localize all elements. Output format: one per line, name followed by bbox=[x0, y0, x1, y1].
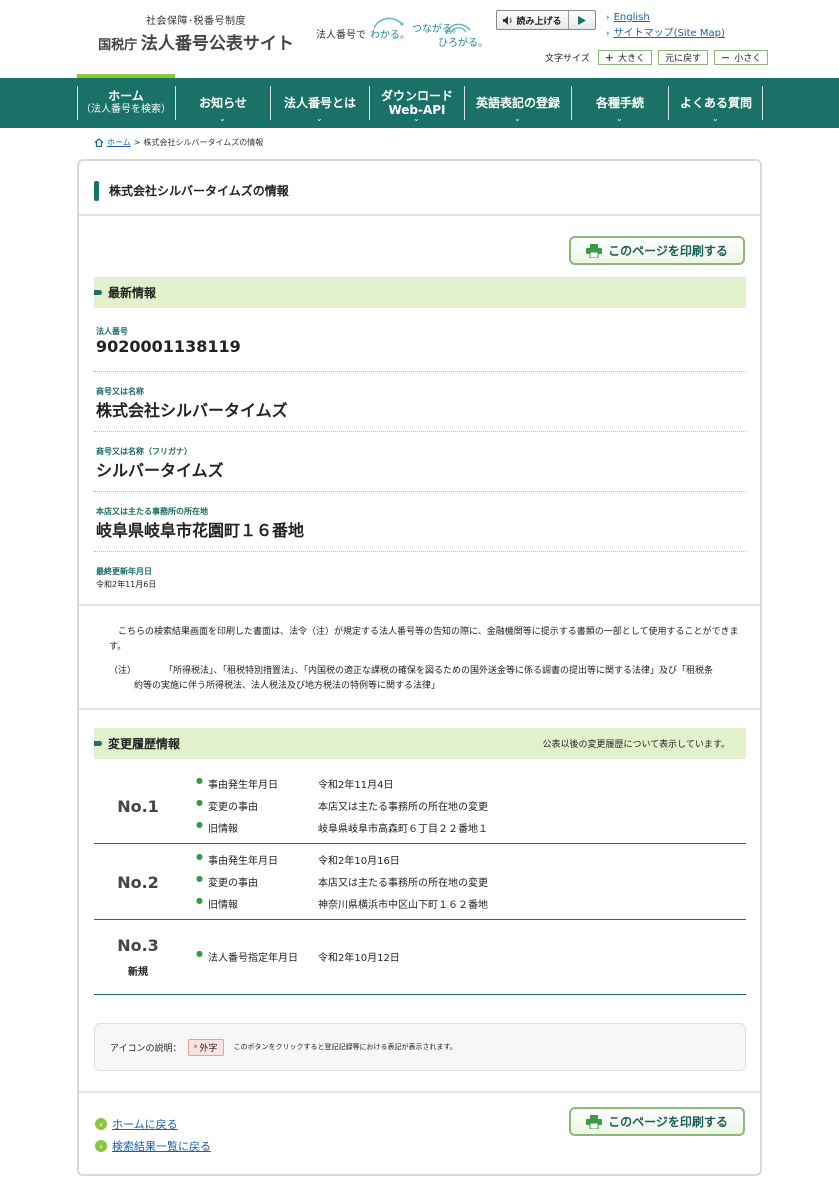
corp-number-field: 法人番号 9020001138119 bbox=[94, 326, 746, 372]
tagline-word-1: わかる。 bbox=[370, 30, 410, 41]
global-nav: ホーム （法人番号を検索） お知らせ ⌄ 法人番号とは ⌄ ダウンロード Web… bbox=[0, 78, 839, 128]
history-header: 変更履歴情報 公表以後の変更履歴について表示しています。 bbox=[94, 728, 746, 759]
plus-icon: + bbox=[604, 51, 614, 64]
read-aloud-label: 読み上げる bbox=[516, 16, 562, 27]
nav-english-registration[interactable]: 英語表記の登録 ⌄ bbox=[465, 78, 571, 128]
site-logo[interactable]: 社会保障･税番号制度 国税庁 法人番号公表サイト bbox=[90, 12, 302, 54]
print-button-bottom[interactable]: このページを印刷する bbox=[569, 1107, 745, 1136]
history-row: No.3 新規 ● 法人番号指定年月日 令和2年10月12日 bbox=[94, 920, 746, 995]
english-link[interactable]: English bbox=[614, 12, 650, 23]
tagline-word-2: つながる。 bbox=[412, 24, 462, 35]
font-size-reset-button[interactable]: 元に戻す bbox=[657, 50, 708, 65]
logo-title: 法人番号公表サイト bbox=[140, 34, 294, 54]
header-links: › English › サイトマップ(Site Map) bbox=[606, 10, 725, 42]
updated-label: 最終更新年月日 bbox=[96, 567, 152, 576]
page-title: 株式会社シルバータイムズの情報 bbox=[109, 184, 289, 198]
read-aloud-button[interactable]: 読み上げる bbox=[496, 10, 596, 30]
nav-news[interactable]: お知らせ ⌄ bbox=[176, 78, 270, 128]
breadcrumb-current: 株式会社シルバータイムズの情報 bbox=[143, 138, 264, 147]
chevron-left-icon: ‹ bbox=[95, 1118, 107, 1130]
site-header: 社会保障･税番号制度 国税庁 法人番号公表サイト 法人番号で わかる。 つながる… bbox=[0, 0, 839, 76]
notice-text: こちらの検索結果画面を印刷した書面は、法令（注）が規定する法人番号等の告知の際に… bbox=[109, 627, 739, 652]
font-size-label: 文字サイズ bbox=[545, 54, 590, 64]
sitemap-link[interactable]: サイトマップ(Site Map) bbox=[614, 28, 725, 39]
corp-kana-value: シルバータイムズ bbox=[96, 461, 224, 480]
corp-number-value: 9020001138119 bbox=[96, 337, 241, 356]
font-size-small-button[interactable]: − 小さく bbox=[713, 50, 769, 65]
updated-value: 令和2年11月6日 bbox=[96, 580, 157, 589]
chevron-right-icon: › bbox=[606, 13, 610, 23]
logo-subtitle: 社会保障･税番号制度 bbox=[146, 16, 246, 27]
history-row: No.2 ● 事由発生年月日 令和2年10月16日 ● 変更の事由 本店又は主たる事務所… bbox=[94, 844, 746, 920]
minus-icon: − bbox=[720, 51, 731, 64]
home-icon bbox=[94, 138, 104, 147]
chevron-down-icon: ⌄ bbox=[616, 114, 623, 123]
chevron-down-icon: ⌄ bbox=[316, 114, 323, 123]
icon-legend: アイコンの説明： › 外字 このボタンをクリックすると登記記録等における表記が表示… bbox=[94, 1023, 746, 1071]
font-size-large-button[interactable]: + 大きく bbox=[597, 50, 652, 65]
nav-home[interactable]: ホーム （法人番号を検索） bbox=[77, 78, 175, 128]
play-icon[interactable] bbox=[569, 11, 595, 29]
corp-name-value: 株式会社シルバータイムズ bbox=[96, 401, 288, 420]
nav-faq[interactable]: よくある質問 ⌄ bbox=[669, 78, 763, 128]
gaiji-icon: › 外字 bbox=[187, 1038, 224, 1056]
latest-info-header: 最新情報 bbox=[94, 277, 746, 308]
main-panel: 株式会社シルバータイムズの情報 このページを印刷する 最新情報 法人番号 902… bbox=[77, 159, 762, 1176]
chevron-down-icon: ⌄ bbox=[514, 114, 521, 123]
print-button[interactable]: このページを印刷する bbox=[569, 236, 745, 265]
tagline-lead: 法人番号で bbox=[316, 30, 366, 41]
tagline-word-3: ひろがる。 bbox=[438, 38, 488, 49]
chevron-right-icon: › bbox=[606, 29, 610, 39]
breadcrumb-home-link[interactable]: ホーム bbox=[107, 137, 131, 148]
corp-address-value: 岐阜県岐阜市花園町１６番地 bbox=[96, 521, 305, 540]
chevron-down-icon: ⌄ bbox=[413, 114, 420, 123]
notice-footnote: （注） 「所得税法」、「租税特別措置法」、「内国税の適正な課税の確保を図るための… bbox=[109, 666, 714, 691]
nav-download[interactable]: ダウンロード Web-API ⌄ bbox=[370, 78, 464, 128]
tagline: 法人番号で わかる。 つながる。 ひろがる。 bbox=[316, 16, 488, 50]
back-results-link[interactable]: ‹ 検索結果一覧に戻る bbox=[95, 1138, 211, 1154]
corp-address-field: 本店又は主たる事務所の所在地 岐阜県岐阜市花園町１６番地 bbox=[94, 506, 746, 552]
corp-kana-field: 商号又は名称（フリガナ） シルバータイムズ bbox=[94, 446, 746, 492]
logo-org: 国税庁 bbox=[98, 38, 138, 53]
chevron-down-icon: ⌄ bbox=[219, 114, 226, 123]
printer-icon bbox=[586, 1114, 603, 1129]
printer-icon bbox=[586, 243, 603, 258]
history-row: No.1 ● 事由発生年月日 令和2年11月4日 ● 変更の事由 本店又は主たる事務所の… bbox=[94, 769, 746, 844]
nav-procedures[interactable]: 各種手続 ⌄ bbox=[572, 78, 668, 128]
chevron-down-icon: ⌄ bbox=[712, 114, 719, 123]
font-size-control: 文字サイズ + 大きく 元に戻す − 小さく bbox=[545, 50, 769, 65]
chevron-left-icon: ‹ bbox=[95, 1140, 107, 1152]
nav-about[interactable]: 法人番号とは ⌄ bbox=[271, 78, 369, 128]
back-home-link[interactable]: ‹ ホームに戻る bbox=[95, 1116, 178, 1132]
breadcrumb: ホーム > 株式会社シルバータイムズの情報 bbox=[94, 137, 263, 148]
speaker-icon bbox=[503, 15, 512, 25]
corp-name-field: 商号又は名称 株式会社シルバータイムズ bbox=[94, 386, 746, 432]
